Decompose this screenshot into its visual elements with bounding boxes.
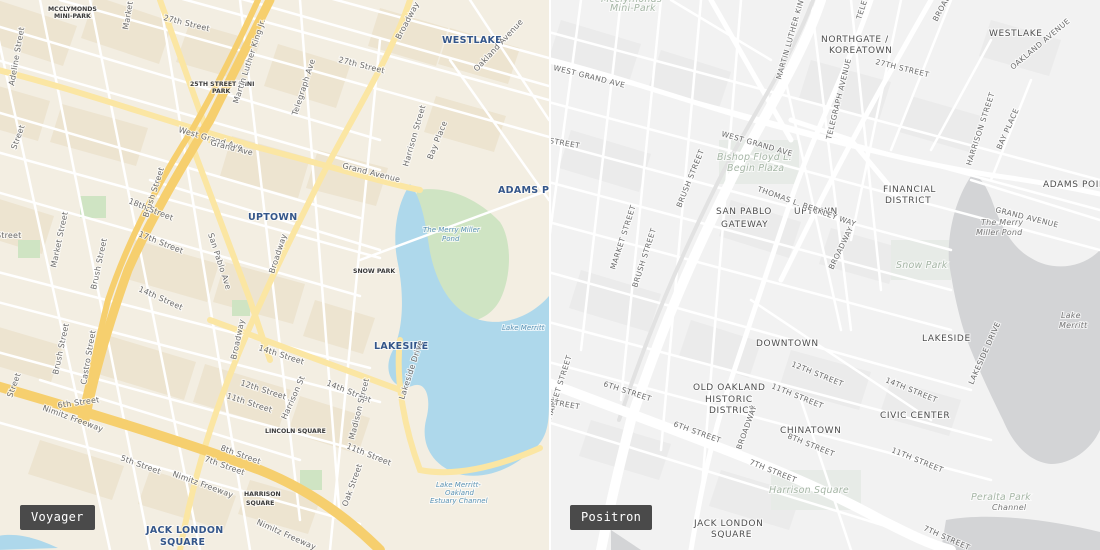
voyager-style-label[interactable]: Voyager xyxy=(20,505,95,530)
right-district-label: KOREATOWN xyxy=(829,46,893,56)
left-place-label: HARRISON xyxy=(244,491,281,498)
right-park-label: Harrison Square xyxy=(769,485,849,496)
left-place-label: LINCOLN SQUARE xyxy=(265,428,326,435)
left-water-label: Pond xyxy=(442,235,460,243)
right-water-label: Merritt xyxy=(1059,321,1088,330)
left-district-label: JACK LONDON xyxy=(145,525,223,536)
positron-map-canvas[interactable]: WESTLAKE NORTHGATE /KOREATOWN ADAMS POINT F… xyxy=(551,0,1100,550)
right-district-label: WESTLAKE xyxy=(989,29,1043,39)
voyager-map-canvas[interactable]: WESTLAKEUPTOWNADAMS POILAKESIDEJACK LOND… xyxy=(0,0,549,550)
right-park-label: Peralta Park xyxy=(971,492,1031,503)
voyager-map[interactable]: WESTLAKEUPTOWNADAMS POILAKESIDEJACK LOND… xyxy=(0,0,549,550)
left-water-label: Estuary Channel xyxy=(430,497,488,505)
left-water-label: Lake Merritt- xyxy=(436,481,481,489)
right-district-label: GATEWAY xyxy=(721,220,768,230)
right-district-label: JACK LONDON xyxy=(693,519,763,529)
left-district-label: UPTOWN xyxy=(248,212,297,223)
right-district-label: HISTORIC xyxy=(705,395,753,405)
right-district-label: SQUARE xyxy=(711,530,752,540)
right-park-label: Begin Plaza xyxy=(727,163,784,174)
right-water-label: Lake xyxy=(1061,311,1081,320)
left-water-label: The Merry Miller xyxy=(423,226,481,234)
left-place-label: SQUARE xyxy=(246,500,274,507)
left-place-label: PARK xyxy=(212,88,231,95)
left-district-label: ADAMS POI xyxy=(498,185,549,196)
left-place-label: MINI-PARK xyxy=(54,13,91,20)
right-park-label: Mini-Park xyxy=(610,3,656,14)
right-district-label: ADAMS POINT xyxy=(1043,180,1100,190)
positron-style-label[interactable]: Positron xyxy=(570,505,653,530)
right-district-label: DISTRICT xyxy=(885,196,931,206)
right-water-label: Channel xyxy=(992,503,1027,512)
right-district-label: FINANCIAL xyxy=(883,185,936,195)
right-water-label: Miller Pond xyxy=(976,228,1023,237)
right-district-label: NORTHGATE / xyxy=(821,35,889,45)
positron-map[interactable]: WESTLAKE NORTHGATE /KOREATOWN ADAMS POINT F… xyxy=(551,0,1100,550)
left-road-label: Street xyxy=(0,231,22,240)
right-district-label: CIVIC CENTER xyxy=(880,411,950,421)
left-water-label: Oakland xyxy=(445,489,475,497)
left-water-label: Lake Merritt xyxy=(502,324,545,332)
right-district-label: DOWNTOWN xyxy=(756,339,819,349)
right-district-label: OLD OAKLAND xyxy=(693,383,766,393)
left-place-label: SNOW PARK xyxy=(353,268,395,275)
left-place-label: MCCLYMONDS xyxy=(48,6,97,13)
right-park-label: Snow Park xyxy=(896,260,948,271)
right-district-label: SAN PABLO xyxy=(716,207,772,217)
right-district-label: LAKESIDE xyxy=(922,334,971,344)
left-district-label: SQUARE xyxy=(160,537,205,548)
